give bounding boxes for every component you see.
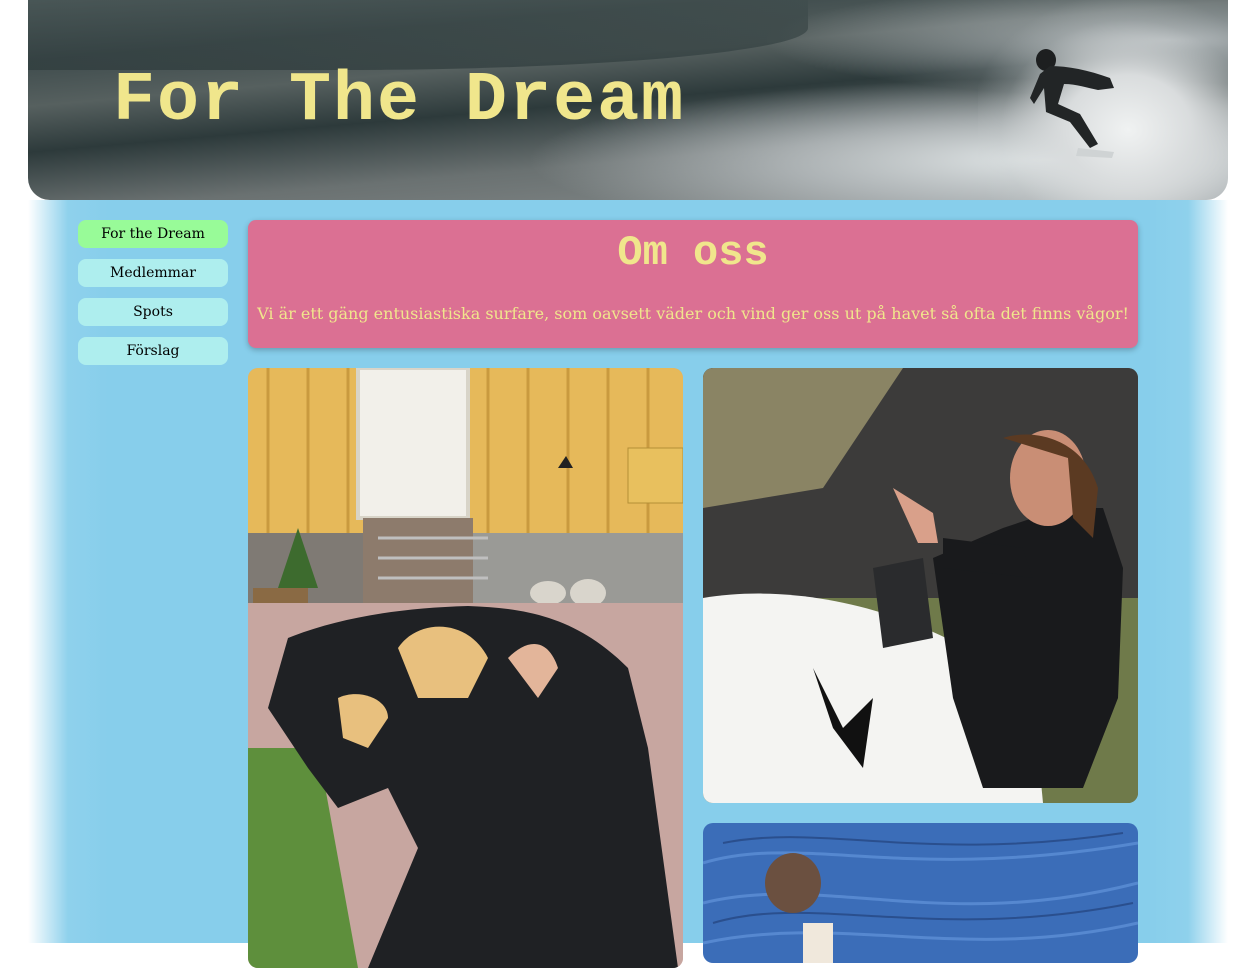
- about-text: Vi är ett gäng entusiastiska surfare, so…: [257, 304, 1129, 323]
- site-title: For The Dream: [113, 62, 686, 141]
- wave-image: [28, 0, 808, 70]
- photo-blue-wave: [703, 823, 1138, 963]
- header-banner: For The Dream: [28, 0, 1228, 200]
- about-heading: Om oss: [617, 229, 769, 277]
- surfer-figure: [1030, 49, 1114, 158]
- nav-item-for-the-dream[interactable]: For the Dream: [78, 220, 228, 248]
- photo-wetsuit-changing: [248, 368, 683, 968]
- about-section: Om oss Vi är ett gäng entusiastiska surf…: [248, 220, 1138, 348]
- nav-item-spots[interactable]: Spots: [78, 298, 228, 326]
- sidebar-nav: For the Dream Medlemmar Spots Förslag: [78, 220, 228, 376]
- photo-surfer-pointing: [703, 368, 1138, 803]
- nav-item-forslag[interactable]: Förslag: [78, 337, 228, 365]
- nav-item-medlemmar[interactable]: Medlemmar: [78, 259, 228, 287]
